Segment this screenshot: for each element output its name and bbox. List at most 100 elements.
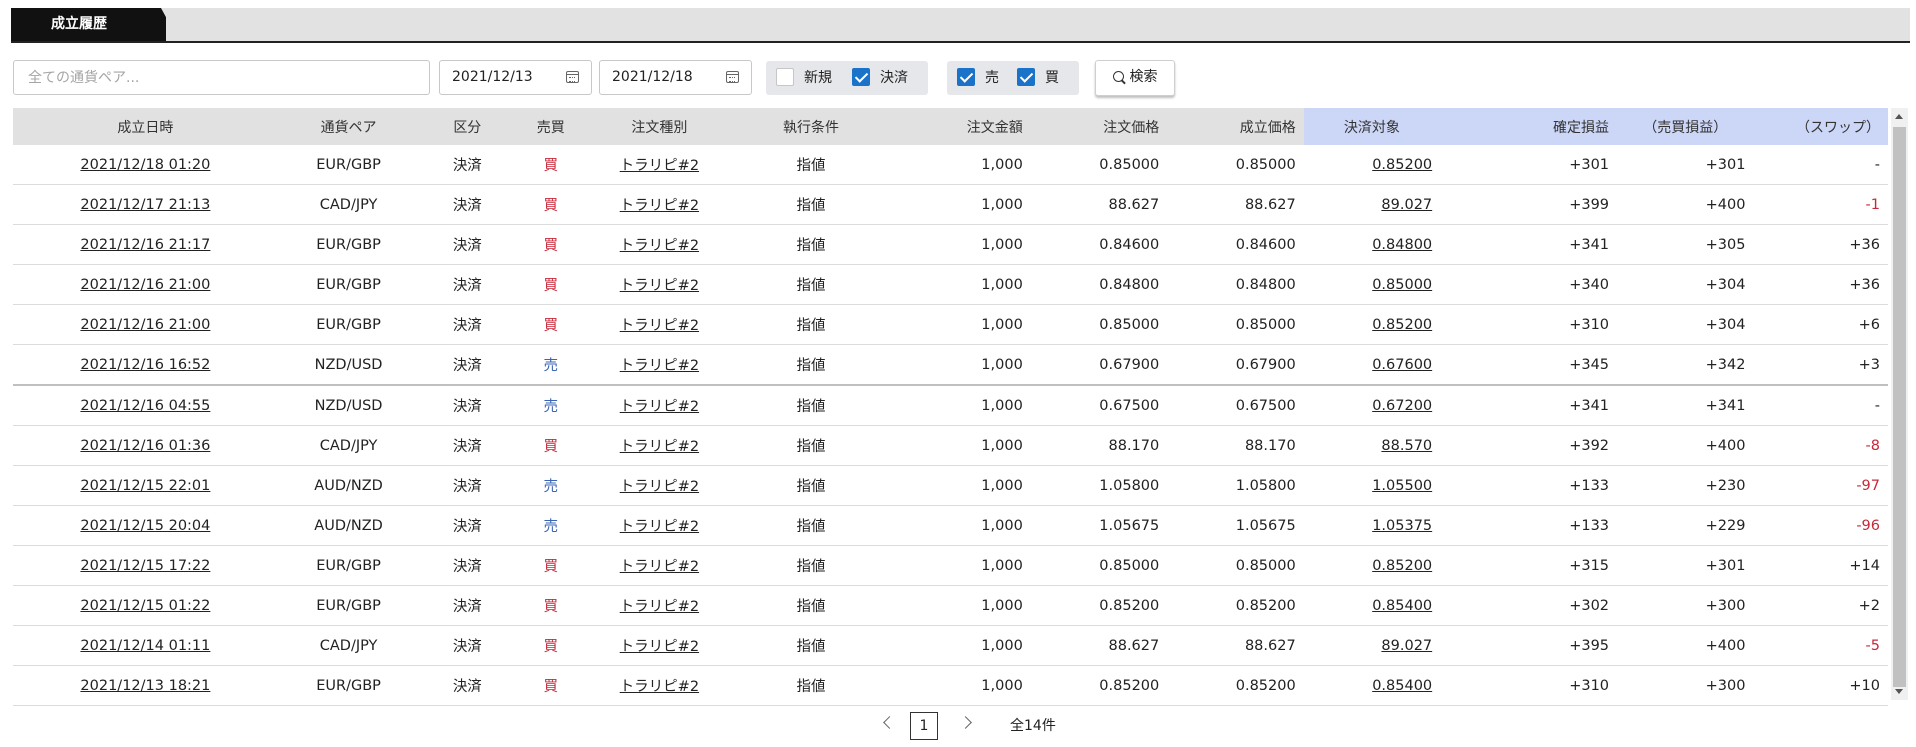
column-header[interactable]: （売買損益） [1617,108,1754,145]
cell-order-type[interactable]: トラリピ#2 [586,505,733,546]
scroll-up-arrow-icon[interactable] [1895,114,1903,119]
cell-datetime[interactable]: 2021/12/17 21:13 [13,184,278,225]
cell-settle-target-text[interactable]: 89.027 [1381,197,1432,213]
cell-datetime[interactable]: 2021/12/16 04:55 [13,385,278,426]
cell-order-type[interactable]: トラリピ#2 [586,304,733,345]
cell-datetime-text[interactable]: 2021/12/16 21:00 [80,317,210,333]
cell-datetime[interactable]: 2021/12/16 01:36 [13,425,278,466]
cell-datetime[interactable]: 2021/12/18 01:20 [13,145,278,185]
currency-pair-search-input[interactable] [13,60,430,95]
cell-datetime-text[interactable]: 2021/12/15 01:22 [80,598,210,614]
column-header[interactable]: 注文価格 [1030,108,1168,145]
search-button[interactable]: 検索 [1095,60,1175,96]
cell-order-type-text[interactable]: トラリピ#2 [620,318,699,334]
cell-settle-target[interactable]: 89.027 [1303,625,1441,666]
cell-order-type[interactable]: トラリピ#2 [586,465,733,506]
calendar-icon[interactable] [726,71,739,83]
cell-order-type-text[interactable]: トラリピ#2 [620,679,699,695]
cell-order-type-text[interactable]: トラリピ#2 [620,559,699,575]
cell-settle-target[interactable]: 0.84800 [1303,224,1441,265]
page-number-current[interactable]: 1 [910,712,938,740]
cell-datetime-text[interactable]: 2021/12/16 16:52 [80,357,210,373]
cell-settle-target[interactable]: 0.67600 [1303,344,1441,386]
cell-settle-target-text[interactable]: 0.85000 [1372,277,1432,293]
cell-datetime-text[interactable]: 2021/12/13 18:21 [80,678,210,694]
date-to-field[interactable]: 2021/12/18 [599,60,752,95]
column-header[interactable]: 区分 [419,108,516,145]
cell-settle-target[interactable]: 88.570 [1303,425,1441,466]
cell-order-type[interactable]: トラリピ#2 [586,425,733,466]
cell-settle-target[interactable]: 0.85200 [1303,545,1441,586]
cell-settle-target-text[interactable]: 1.05500 [1372,478,1432,494]
chevron-left-icon[interactable] [883,716,896,729]
cell-datetime-text[interactable]: 2021/12/15 22:01 [80,478,210,494]
cell-settle-target-text[interactable]: 0.67600 [1372,357,1432,373]
cell-datetime-text[interactable]: 2021/12/16 04:55 [80,398,210,414]
cell-datetime-text[interactable]: 2021/12/17 21:13 [80,197,210,213]
cell-settle-target[interactable]: 1.05500 [1303,465,1441,506]
close-checkbox[interactable]: 決済 [852,68,908,88]
cell-settle-target[interactable]: 0.85200 [1303,145,1441,185]
cell-order-type[interactable]: トラリピ#2 [586,264,733,305]
cell-order-type-text[interactable]: トラリピ#2 [620,399,699,415]
checkbox-checked-icon[interactable] [957,68,975,86]
cell-datetime[interactable]: 2021/12/13 18:21 [13,665,278,706]
cell-datetime-text[interactable]: 2021/12/15 20:04 [80,518,210,534]
cell-settle-target-text[interactable]: 0.67200 [1372,398,1432,414]
checkbox-checked-icon[interactable] [1017,68,1035,86]
column-header[interactable]: 成立価格 [1167,108,1304,145]
cell-datetime-text[interactable]: 2021/12/18 01:20 [80,157,210,173]
cell-settle-target[interactable]: 0.67200 [1303,385,1441,426]
cell-settle-target-text[interactable]: 0.84800 [1372,237,1432,253]
cell-order-type-text[interactable]: トラリピ#2 [620,278,699,294]
cell-datetime[interactable]: 2021/12/16 21:00 [13,264,278,305]
sell-checkbox[interactable]: 売 [957,68,999,88]
cell-settle-target[interactable]: 89.027 [1303,184,1441,225]
column-header[interactable]: 成立日時 [13,108,278,145]
new-checkbox[interactable]: 新規 [776,68,832,88]
cell-order-type-text[interactable]: トラリピ#2 [620,358,699,374]
cell-datetime[interactable]: 2021/12/15 17:22 [13,545,278,586]
cell-settle-target[interactable]: 0.85000 [1303,264,1441,305]
cell-settle-target-text[interactable]: 88.570 [1381,438,1432,454]
cell-datetime[interactable]: 2021/12/16 21:00 [13,304,278,345]
cell-settle-target[interactable]: 0.85400 [1303,665,1441,706]
cell-settle-target-text[interactable]: 0.85400 [1372,678,1432,694]
cell-datetime-text[interactable]: 2021/12/16 21:00 [80,277,210,293]
cell-order-type[interactable]: トラリピ#2 [586,145,733,185]
column-header[interactable]: 注文種別 [586,108,733,145]
cell-order-type-text[interactable]: トラリピ#2 [620,639,699,655]
cell-datetime-text[interactable]: 2021/12/14 01:11 [80,638,210,654]
tab-trade-history[interactable]: 成立履歴 [11,8,166,41]
column-header[interactable]: （スワップ） [1753,108,1888,145]
cell-settle-target[interactable]: 0.85400 [1303,585,1441,626]
cell-datetime[interactable]: 2021/12/15 01:22 [13,585,278,626]
column-header[interactable]: 通貨ペア [277,108,420,145]
checkbox-unchecked-icon[interactable] [776,68,794,86]
cell-order-type-text[interactable]: トラリピ#2 [620,519,699,535]
cell-order-type-text[interactable]: トラリピ#2 [620,439,699,455]
date-from-field[interactable]: 2021/12/13 [439,60,592,95]
cell-order-type[interactable]: トラリピ#2 [586,545,733,586]
column-header[interactable]: 執行条件 [732,108,890,145]
calendar-icon[interactable] [566,71,579,83]
cell-order-type-text[interactable]: トラリピ#2 [620,198,699,214]
cell-order-type[interactable]: トラリピ#2 [586,344,733,386]
cell-settle-target-text[interactable]: 89.027 [1381,638,1432,654]
cell-order-type-text[interactable]: トラリピ#2 [620,479,699,495]
cell-settle-target-text[interactable]: 0.85200 [1372,157,1432,173]
column-header[interactable]: 注文金額 [889,108,1031,145]
cell-datetime-text[interactable]: 2021/12/16 21:17 [80,237,210,253]
cell-order-type-text[interactable]: トラリピ#2 [620,599,699,615]
cell-order-type[interactable]: トラリピ#2 [586,224,733,265]
cell-settle-target-text[interactable]: 0.85400 [1372,598,1432,614]
scroll-down-arrow-icon[interactable] [1895,689,1903,694]
column-header[interactable]: 決済対象 [1303,108,1441,145]
chevron-right-icon[interactable] [959,716,972,729]
cell-settle-target[interactable]: 1.05375 [1303,505,1441,546]
vertical-scrollbar[interactable] [1891,108,1908,700]
cell-datetime[interactable]: 2021/12/15 20:04 [13,505,278,546]
cell-order-type-text[interactable]: トラリピ#2 [620,158,699,174]
cell-order-type-text[interactable]: トラリピ#2 [620,238,699,254]
scroll-thumb[interactable] [1893,127,1906,687]
